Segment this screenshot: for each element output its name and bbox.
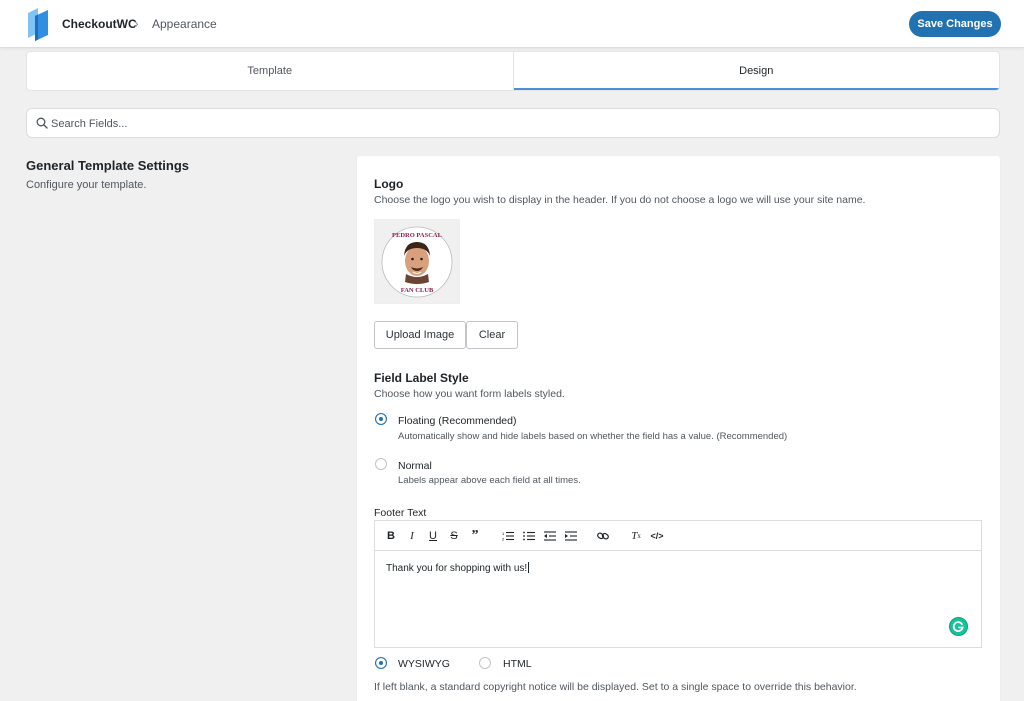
section-title: General Template Settings — [26, 158, 190, 173]
text-caret — [528, 562, 530, 573]
logo-image-preview[interactable]: PEDRO PASCAL FAN CLUB — [374, 219, 460, 304]
fan-club-logo-image: PEDRO PASCAL FAN CLUB — [381, 226, 453, 298]
logo-field-description: Choose the logo you wish to display in t… — [374, 194, 866, 206]
checkoutwc-logo-icon — [28, 8, 48, 41]
clear-format-icon[interactable]: Tx — [629, 528, 643, 544]
floating-labels-radio[interactable] — [375, 413, 387, 425]
bold-icon[interactable]: B — [385, 528, 397, 544]
normal-labels-label[interactable]: Normal — [398, 460, 432, 472]
ordered-list-icon[interactable]: 12 — [501, 528, 515, 544]
logo-text-bottom: FAN CLUB — [401, 287, 434, 294]
outdent-icon[interactable] — [543, 528, 557, 544]
footer-text-value: Thank you for shopping with us! — [386, 563, 528, 574]
svg-text:1: 1 — [502, 531, 505, 536]
settings-panel: Logo Choose the logo you wish to display… — [357, 156, 1000, 701]
blockquote-icon[interactable]: ” — [469, 528, 481, 544]
bullet-list-icon[interactable] — [522, 528, 536, 544]
svg-text:2: 2 — [502, 537, 505, 542]
logo-field-title: Logo — [374, 177, 404, 191]
clear-logo-button[interactable]: Clear — [466, 321, 518, 349]
tab-design[interactable]: Design — [512, 52, 1000, 90]
strikethrough-icon[interactable]: S — [448, 528, 460, 544]
label-style-description: Choose how you want form labels styled. — [374, 388, 565, 400]
settings-tabs: Template Design — [26, 51, 1000, 91]
html-mode-radio[interactable] — [479, 657, 491, 669]
indent-icon[interactable] — [564, 528, 578, 544]
italic-icon[interactable]: I — [406, 528, 418, 544]
breadcrumb-separator-icon: › — [134, 15, 139, 31]
search-fields-input[interactable] — [51, 114, 951, 134]
upload-image-button[interactable]: Upload Image — [374, 321, 466, 349]
breadcrumb-current: Appearance — [152, 17, 217, 31]
section-description: Configure your template. — [26, 179, 147, 191]
brand-name[interactable]: CheckoutWC — [62, 17, 137, 31]
normal-labels-help: Labels appear above each field at all ti… — [398, 475, 581, 486]
code-icon[interactable]: </> — [650, 528, 664, 544]
floating-labels-help: Automatically show and hide labels based… — [398, 431, 788, 442]
floating-labels-label[interactable]: Floating (Recommended) — [398, 415, 516, 427]
wysiwyg-mode-label[interactable]: WYSIWYG — [398, 658, 450, 670]
search-fields-box — [26, 108, 1000, 138]
top-bar: CheckoutWC › Appearance Save Changes — [0, 0, 1024, 48]
footer-text-title: Footer Text — [374, 507, 427, 519]
html-mode-label[interactable]: HTML — [503, 658, 532, 670]
footer-text-content[interactable]: Thank you for shopping with us! — [386, 562, 530, 574]
search-icon — [36, 117, 48, 129]
editor-toolbar: B I U S ” 12 Tx </> — [375, 521, 981, 551]
normal-labels-radio[interactable] — [375, 458, 387, 470]
logo-text-top: PEDRO PASCAL — [392, 232, 443, 239]
footer-text-editor: B I U S ” 12 Tx </> Thank you for shoppi… — [374, 520, 982, 648]
footer-text-help: If left blank, a standard copyright noti… — [374, 681, 857, 693]
save-changes-button[interactable]: Save Changes — [909, 11, 1001, 37]
wysiwyg-mode-radio[interactable] — [375, 657, 387, 669]
grammarly-icon[interactable] — [949, 617, 968, 636]
link-icon[interactable] — [596, 528, 610, 544]
underline-icon[interactable]: U — [427, 528, 439, 544]
tab-template[interactable]: Template — [27, 52, 513, 90]
label-style-title: Field Label Style — [374, 371, 469, 385]
